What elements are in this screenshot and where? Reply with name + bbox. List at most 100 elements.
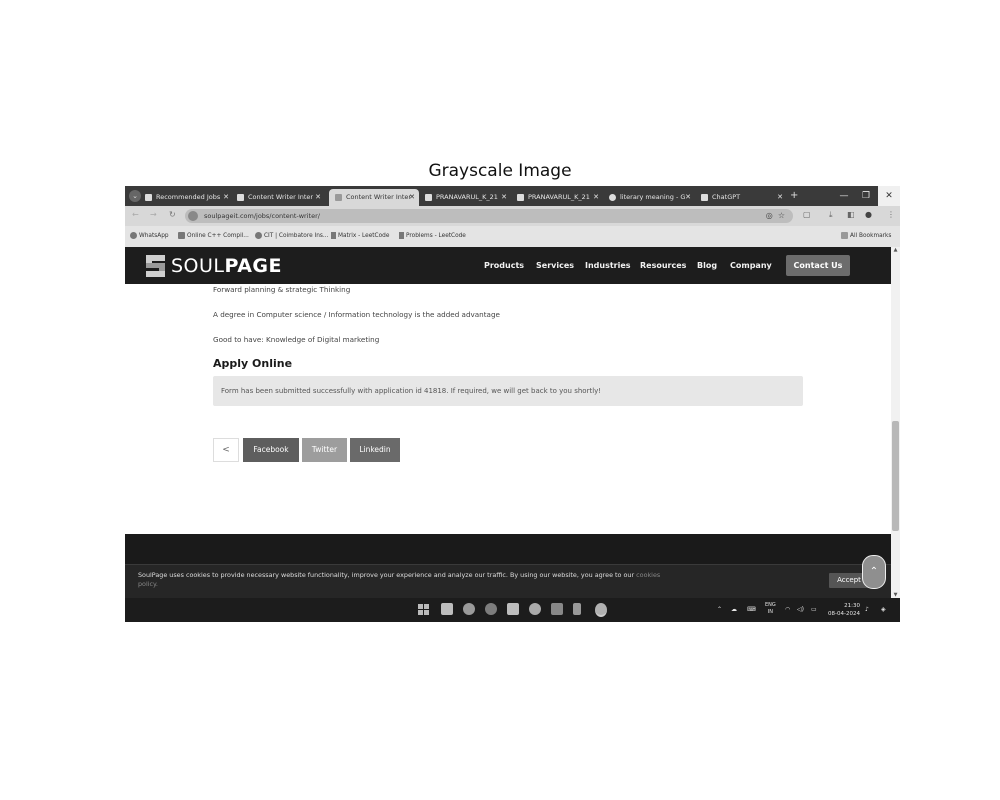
tab-label: Content Writer Inter xyxy=(248,193,314,201)
bookmark-cit[interactable]: CIT | Coimbatore Ins... xyxy=(255,226,328,247)
browser-tab-bar: ⌄ Recommended Jobs ✕ Content Writer Inte… xyxy=(125,186,900,206)
tab-close-icon[interactable]: ✕ xyxy=(501,189,507,206)
language-code: ENG xyxy=(765,602,776,608)
clock-date: 08-04-2024 xyxy=(828,611,860,617)
page-scrollbar[interactable]: ▲ ▼ xyxy=(891,247,900,598)
success-message-box: Form has been submitted successfully wit… xyxy=(213,376,803,406)
soulpage-logo-icon[interactable] xyxy=(146,255,165,277)
file-explorer-icon[interactable] xyxy=(551,603,563,615)
bookmark-label: Online C++ Compil... xyxy=(187,233,249,239)
tab-content-writer-active[interactable]: Content Writer Inter ✕ xyxy=(329,189,419,206)
browser-menu-icon[interactable]: ⋮ xyxy=(887,210,895,219)
tray-overflow-icon[interactable]: ⌃ xyxy=(717,598,722,622)
tab-close-icon[interactable]: ✕ xyxy=(777,189,783,206)
new-tab-icon[interactable]: + xyxy=(790,189,798,203)
reload-icon[interactable]: ↻ xyxy=(169,210,176,219)
cookie-consent-bar: SoulPage uses cookies to provide necessa… xyxy=(125,564,891,599)
share-icon[interactable]: < xyxy=(213,438,239,462)
back-icon[interactable]: ← xyxy=(132,210,139,219)
forward-icon[interactable]: → xyxy=(150,210,157,219)
nav-products[interactable]: Products xyxy=(484,247,524,284)
download-icon[interactable]: ⤓ xyxy=(829,210,833,220)
bookmark-whatsapp[interactable]: WhatsApp xyxy=(130,226,169,247)
browser-toolbar: ← → ↻ soulpageit.com/jobs/content-writer… xyxy=(125,206,900,226)
tab-search-icon[interactable]: ⌄ xyxy=(129,190,141,202)
profile-icon[interactable]: ● xyxy=(865,210,872,219)
bookmark-star-icon[interactable]: ◎ ☆ xyxy=(766,209,785,223)
tab-recommended-jobs[interactable]: Recommended Jobs ✕ xyxy=(145,189,233,206)
battery-icon[interactable]: ▭ xyxy=(811,598,817,622)
chess-app-icon[interactable] xyxy=(573,603,581,615)
linkedin-share-button[interactable]: Linkedin xyxy=(350,438,400,462)
nav-company[interactable]: Company xyxy=(730,247,772,284)
copilot-tray-icon[interactable]: ◈ xyxy=(881,598,886,622)
nav-industries[interactable]: Industries xyxy=(585,247,631,284)
copilot-icon[interactable] xyxy=(463,603,475,615)
cookie-message: SoulPage uses cookies to provide necessa… xyxy=(138,571,635,579)
minimize-icon[interactable]: — xyxy=(833,186,855,206)
side-panel-icon[interactable]: ◧ xyxy=(847,210,855,219)
chatgpt-icon xyxy=(701,193,708,201)
tab-close-icon[interactable]: ✕ xyxy=(685,189,691,206)
restore-icon[interactable]: ❐ xyxy=(855,186,877,206)
twitter-share-button[interactable]: Twitter xyxy=(302,438,347,462)
figure-title: Grayscale Image xyxy=(428,161,572,181)
tab-literary-meaning[interactable]: literary meaning - G ✕ xyxy=(609,189,695,206)
notification-bell-icon[interactable]: ♪ xyxy=(865,598,869,622)
bookmark-matrix-leetcode[interactable]: Matrix - LeetCode xyxy=(331,226,389,247)
tab-favicon-icon xyxy=(237,193,244,201)
cookie-text: SoulPage uses cookies to provide necessa… xyxy=(138,571,678,589)
window-close-icon[interactable]: ✕ xyxy=(878,186,900,206)
tab-close-icon[interactable]: ✕ xyxy=(593,189,599,206)
calendar-app-icon[interactable] xyxy=(507,603,519,615)
site-logo[interactable]: SOULPAGE xyxy=(171,253,282,279)
nav-services[interactable]: Services xyxy=(536,247,574,284)
nav-resources[interactable]: Resources xyxy=(640,247,686,284)
leetcode-icon xyxy=(399,232,404,239)
tab-close-icon[interactable]: ✕ xyxy=(409,189,415,206)
bookmark-problems-leetcode[interactable]: Problems - LeetCode xyxy=(399,226,466,247)
contact-us-button[interactable]: Contact Us xyxy=(786,255,850,276)
facebook-share-button[interactable]: Facebook xyxy=(243,438,299,462)
region-code: IN xyxy=(767,609,773,615)
address-bar[interactable]: soulpageit.com/jobs/content-writer/ ◎ ☆ xyxy=(185,209,793,223)
bookmark-label: Problems - LeetCode xyxy=(406,233,466,239)
tab-close-icon[interactable]: ✕ xyxy=(315,189,321,206)
screenshot: ⌄ Recommended Jobs ✕ Content Writer Inte… xyxy=(125,186,900,622)
scrollbar-thumb[interactable] xyxy=(892,421,899,531)
tab-pranavarul-1[interactable]: PRANAVARUL_K_21 ✕ xyxy=(425,189,511,206)
task-view-icon[interactable] xyxy=(441,603,453,615)
tab-chatgpt[interactable]: ChatGPT ✕ xyxy=(701,189,787,206)
bookmark-cpp-compiler[interactable]: Online C++ Compil... xyxy=(178,226,249,247)
extensions-icon[interactable]: ▢ xyxy=(803,210,811,219)
tab-favicon-icon xyxy=(335,193,342,201)
nav-blog[interactable]: Blog xyxy=(697,247,717,284)
tab-label: Recommended Jobs xyxy=(156,193,221,201)
edge-icon[interactable] xyxy=(485,603,497,615)
tab-label: Content Writer Inter xyxy=(346,193,412,201)
requirement-line: Good to have: Knowledge of Digital marke… xyxy=(213,335,380,344)
windows-start-icon[interactable] xyxy=(418,604,429,615)
volume-icon[interactable]: ◁) xyxy=(797,598,804,622)
bookmark-label: WhatsApp xyxy=(139,233,169,239)
tab-favicon-icon xyxy=(425,193,432,201)
site-info-icon[interactable] xyxy=(188,211,198,221)
scroll-up-icon[interactable]: ▲ xyxy=(891,247,900,253)
tab-close-icon[interactable]: ✕ xyxy=(223,189,229,206)
address-url[interactable]: soulpageit.com/jobs/content-writer/ xyxy=(204,209,320,223)
keyboard-icon[interactable]: ⌨ xyxy=(747,598,756,622)
wifi-icon[interactable]: ◠ xyxy=(785,598,790,622)
site-header: SOULPAGE Products Services Industries Re… xyxy=(125,247,891,284)
tab-content-writer-1[interactable]: Content Writer Inter ✕ xyxy=(237,189,325,206)
clock-time: 21:30 xyxy=(844,603,860,609)
notes-app-icon[interactable] xyxy=(529,603,541,615)
language-indicator[interactable]: ENG IN xyxy=(765,602,776,616)
tab-favicon-icon xyxy=(145,193,152,201)
tab-pranavarul-2[interactable]: PRANAVARUL_K_21 ✕ xyxy=(517,189,603,206)
tray-app-icon[interactable]: ☁ xyxy=(731,598,737,622)
system-clock[interactable]: 21:30 08-04-2024 xyxy=(825,602,860,618)
chrome-taskbar-icon[interactable] xyxy=(595,603,607,617)
all-bookmarks[interactable]: All Bookmarks xyxy=(841,226,891,247)
scroll-to-top-icon[interactable]: ⌃ xyxy=(862,555,886,589)
tab-label: ChatGPT xyxy=(712,193,741,201)
